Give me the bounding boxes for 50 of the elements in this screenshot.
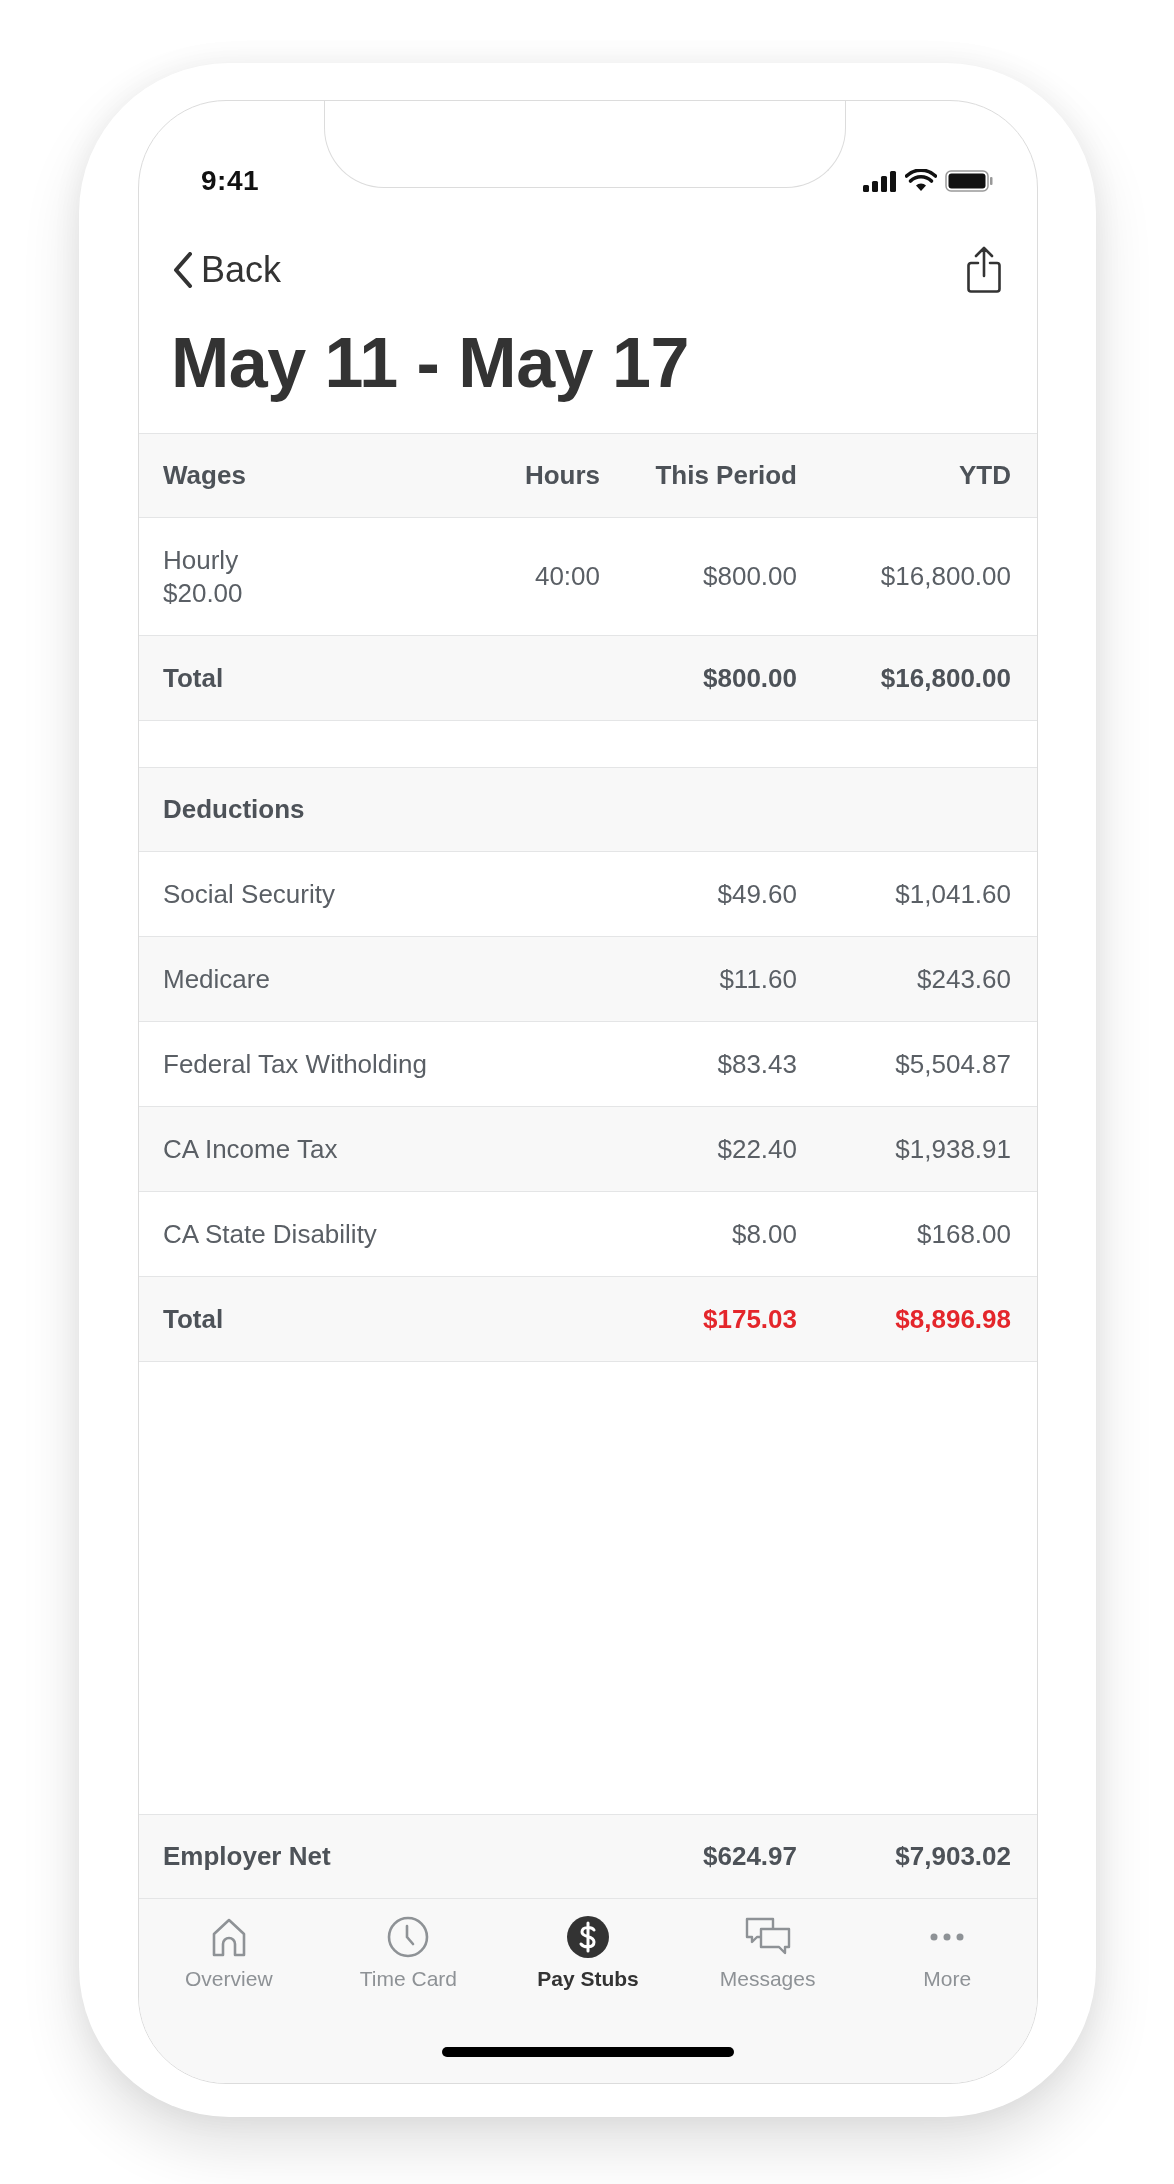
column-header: Wages: [163, 460, 247, 491]
signal-icon: [863, 170, 897, 192]
row-label: CA Income Tax: [163, 1133, 339, 1165]
total-value: $175.03: [702, 1303, 797, 1335]
table-cell-text: $7,903.02: [894, 1841, 1011, 1872]
table-cell-text: $243.60: [916, 963, 1011, 995]
clock-icon: [386, 1915, 431, 1959]
table-cell-text: $800.00: [702, 561, 797, 592]
row-label: Medicare: [163, 963, 271, 995]
row-label: Social Security: [163, 878, 336, 910]
total-value: $16,800.00: [879, 662, 1011, 694]
tab[interactable]: More: [857, 1911, 1037, 1995]
back-button[interactable]: Back: [169, 245, 286, 295]
rate-text: $20.00: [163, 577, 244, 609]
tab[interactable]: Overview: [139, 1911, 319, 1995]
status-time: 9:41: [201, 165, 260, 197]
total-label: Total: [163, 1303, 225, 1335]
row-label: Federal Tax Witholding: [163, 1048, 428, 1080]
row-label: CA State Disability: [163, 1218, 378, 1250]
table-cell-text: $1,041.60: [894, 878, 1011, 910]
table-cell-text: 40:00: [533, 561, 600, 592]
section-header: Deductions: [163, 794, 306, 825]
table-cell-text: $16,800.00: [879, 561, 1011, 592]
row-label: Hourly: [163, 544, 240, 576]
table-cell-text: $1,938.91: [894, 1133, 1011, 1165]
total-value: $8,896.98: [894, 1303, 1011, 1335]
total-label: Total: [163, 662, 225, 694]
dollar-icon: [566, 1915, 610, 1959]
tab[interactable]: Pay Stubs: [498, 1911, 678, 1995]
column-header: This Period: [654, 460, 797, 491]
table-cell-text: $8.00: [730, 1218, 797, 1250]
share-icon[interactable]: [967, 246, 1001, 294]
more-icon: [930, 1933, 965, 1941]
table-cell-text: $22.40: [716, 1133, 797, 1165]
table-cell-text: $83.43: [716, 1048, 797, 1080]
table-cell-text: $5,504.87: [894, 1048, 1011, 1080]
table-cell-text: $49.60: [716, 878, 797, 910]
table-cell-text: $11.60: [718, 963, 797, 995]
row-label: Employer Net: [163, 1841, 332, 1872]
column-header: YTD: [958, 460, 1011, 491]
wifi-icon: [905, 169, 937, 193]
chevron-left-icon: [173, 252, 193, 288]
tab[interactable]: Time Card: [318, 1911, 499, 1995]
battery-icon: [945, 170, 993, 192]
page-title: May 11 - May 17: [170, 323, 690, 404]
column-header: Hours: [523, 460, 600, 491]
table-cell-text: $168.00: [916, 1218, 1011, 1250]
total-value: $800.00: [702, 662, 797, 694]
tab[interactable]: Messages: [677, 1911, 858, 1995]
table-cell-text: $624.97: [702, 1841, 797, 1872]
